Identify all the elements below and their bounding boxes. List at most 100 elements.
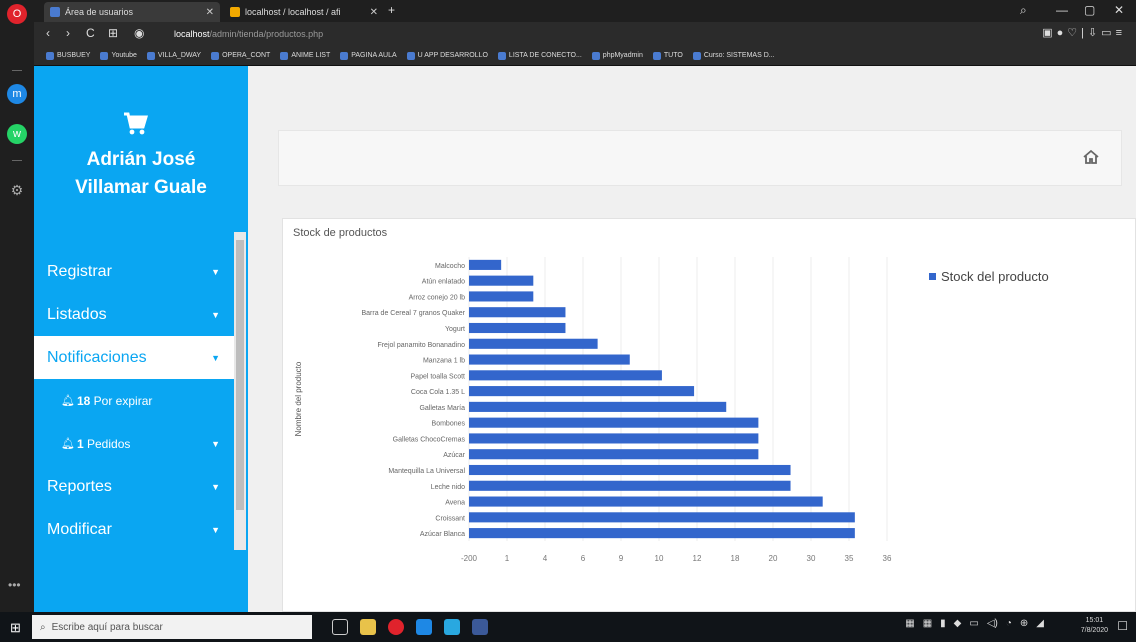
browser-tab-active[interactable]: Área de usuarios ✕: [44, 2, 220, 22]
bar: [469, 322, 566, 334]
maximize-icon[interactable]: ▢: [1084, 3, 1095, 17]
tab-close-icon[interactable]: ✕: [206, 7, 214, 18]
bookmark-icon: [497, 51, 506, 60]
address-bar-tools-icon[interactable]: ▣●♡|⇩▭≡: [1042, 26, 1126, 39]
file-explorer-icon[interactable]: [360, 619, 376, 635]
bookmark-item[interactable]: ANIME LIST: [280, 51, 330, 60]
system-tray-icons[interactable]: ▦ ▦ ▮ ◆ ▭ ◁) ◔ ⊕ ◢: [905, 618, 1096, 629]
bookmark-item[interactable]: Youtube: [100, 51, 137, 60]
tray-icon[interactable]: ▦: [923, 618, 932, 629]
bookmark-item[interactable]: phpMyadmin: [591, 51, 643, 60]
bookmark-label: Curso: SISTEMAS D...: [703, 52, 775, 59]
minimize-icon[interactable]: —: [1056, 3, 1068, 17]
bookmark-label: PAGINA AULA: [351, 52, 397, 59]
bookmark-item[interactable]: TUTO: [652, 51, 683, 60]
volume-icon[interactable]: ◁): [987, 618, 998, 629]
x-tick-label: 36: [883, 554, 892, 563]
x-tick-label: 18: [731, 554, 740, 563]
scrollbar-thumb[interactable]: [236, 240, 244, 510]
task-view-icon[interactable]: [332, 619, 348, 635]
tab-favicon-icon: [50, 7, 60, 17]
chart-card: Stock de productos -200 1 4 6 9 10 12 18 20 30 35 3…: [282, 218, 1136, 612]
sidebar-subitem-pedidos[interactable]: 🔔︎ 1 Pedidos ▼: [34, 422, 234, 465]
sidebar-item-notificaciones[interactable]: Notificaciones ▼: [34, 336, 234, 379]
opera-taskbar-icon[interactable]: [388, 619, 404, 635]
site-info-icon[interactable]: ◉: [134, 26, 144, 40]
bookmark-icon: [146, 51, 155, 60]
stock-bar-chart: -200 1 4 6 9 10 12 18 20 30 35 36 Malcocho Atún enlat…: [294, 257, 1049, 563]
forward-icon[interactable]: ›: [66, 26, 70, 40]
bookmark-label: VILLA_DWAY: [157, 52, 202, 59]
tray-icon[interactable]: ◆: [954, 618, 962, 629]
close-window-icon[interactable]: ✕: [1114, 3, 1124, 17]
bookmark-item[interactable]: U APP DESARROLLO: [406, 51, 488, 60]
messenger-icon[interactable]: m: [7, 84, 27, 104]
web-page: Adrián José Villamar Guale Registrar ▼ L…: [34, 66, 1136, 612]
x-tick-label: 12: [693, 554, 702, 563]
legend-label: Stock del producto: [941, 269, 1049, 284]
category-label: Avena: [445, 500, 465, 507]
speed-dial-icon[interactable]: ⊞: [108, 26, 118, 40]
bookmark-item[interactable]: LISTA DE CONECTO...: [497, 51, 582, 60]
browser-tab-bar: Área de usuarios ✕ localhost / localhost…: [34, 0, 1136, 22]
sidebar-item-modificar[interactable]: Modificar ▼: [34, 508, 234, 551]
category-label: Atún enlatado: [422, 279, 465, 286]
bookmark-item[interactable]: PAGINA AULA: [340, 51, 397, 60]
x-tick-label: -200: [461, 554, 478, 563]
vscode-taskbar-icon[interactable]: [444, 619, 460, 635]
clock-date: 7/8/2020: [1080, 627, 1108, 634]
whatsapp-icon[interactable]: w: [7, 124, 27, 144]
app-taskbar-icon[interactable]: [472, 619, 488, 635]
category-label: Frejol panamito Bonanadino: [377, 342, 465, 349]
bookmark-label: U APP DESARROLLO: [417, 52, 488, 59]
sidebar-item-reportes[interactable]: Reportes ▼: [34, 465, 234, 508]
bookmark-icon: [652, 51, 661, 60]
sidebar-scrollbar[interactable]: [234, 232, 246, 550]
tray-icon[interactable]: ▦: [905, 618, 914, 629]
action-center-icon[interactable]: ☐: [1117, 619, 1128, 633]
legend-swatch: [929, 273, 936, 280]
new-tab-icon[interactable]: +: [388, 3, 395, 17]
shopping-cart-icon: [124, 112, 148, 135]
search-icon: ⌕: [40, 621, 46, 633]
reload-icon[interactable]: C: [86, 26, 95, 40]
browser-tab[interactable]: localhost / localhost / afi ✕: [224, 2, 384, 22]
x-tick-label: 4: [543, 554, 548, 563]
caret-down-icon: ▼: [211, 352, 220, 363]
bell-icon: 🔔︎: [61, 438, 75, 450]
search-tabs-icon[interactable]: ⌕: [1020, 3, 1027, 18]
sidebar-subitem-por-expirar[interactable]: 🔔︎ 18 Por expirar: [34, 379, 234, 422]
bar: [469, 480, 791, 491]
tray-icon[interactable]: ◢: [1036, 618, 1044, 629]
opera-logo-icon[interactable]: O: [7, 4, 27, 24]
network-icon[interactable]: ◔: [1006, 618, 1012, 629]
tab-close-icon[interactable]: ✕: [370, 7, 378, 18]
home-icon[interactable]: [1083, 149, 1099, 165]
back-icon[interactable]: ‹: [46, 26, 50, 40]
category-label: Coca Cola 1.35 L: [411, 389, 465, 396]
taskbar-search-input[interactable]: ⌕ Escribe aquí para buscar: [32, 615, 312, 639]
bookmark-item[interactable]: BUSBUEY: [46, 51, 90, 60]
chart-title: Stock de productos: [293, 227, 388, 239]
windows-start-icon[interactable]: ⊞: [10, 620, 21, 636]
clock-time: 15:01: [1085, 617, 1104, 624]
sidebar-item-registrar[interactable]: Registrar ▼: [34, 250, 234, 293]
bookmark-item[interactable]: VILLA_DWAY: [146, 51, 202, 60]
category-label: Azúcar: [443, 452, 465, 459]
bookmark-item[interactable]: OPERA_CONT: [211, 51, 270, 60]
more-options-icon[interactable]: •••: [8, 578, 21, 592]
app-taskbar-icon[interactable]: [416, 619, 432, 635]
sidebar-item-listados[interactable]: Listados ▼: [34, 293, 234, 336]
language-icon[interactable]: ⊕: [1020, 618, 1028, 629]
x-tick-label: 6: [581, 554, 586, 563]
bookmark-item[interactable]: Curso: SISTEMAS D...: [692, 51, 775, 60]
url-field[interactable]: localhost/admin/tienda/productos.php: [174, 25, 934, 43]
category-label: Galletas ChocoCremas: [393, 436, 466, 443]
tray-icon[interactable]: ▮: [940, 618, 946, 629]
sidebar-menu: Registrar ▼ Listados ▼ Notificaciones ▼ …: [34, 250, 234, 551]
tray-icon[interactable]: ▭: [969, 618, 978, 629]
settings-gear-icon[interactable]: ⚙: [7, 180, 27, 200]
category-label: Leche nido: [431, 484, 465, 491]
taskbar-clock[interactable]: 15:01 7/8/2020: [1081, 616, 1108, 636]
category-label: Manzana 1 lb: [423, 358, 465, 365]
